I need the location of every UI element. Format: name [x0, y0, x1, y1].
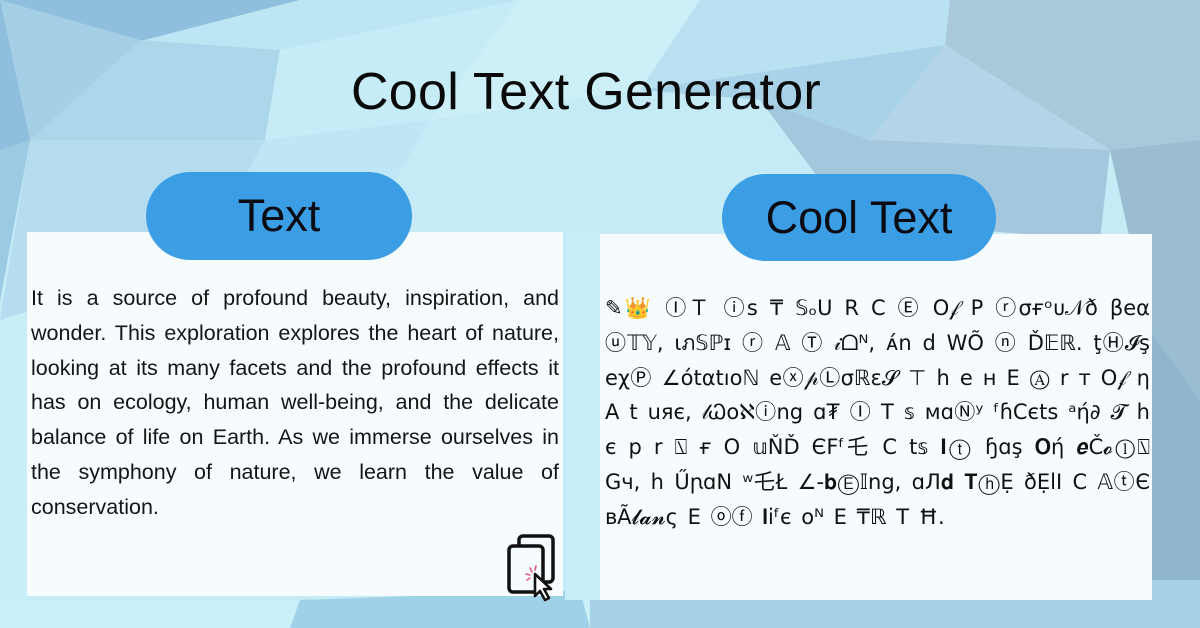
input-label: Text — [237, 190, 321, 241]
input-text-area[interactable]: It is a source of profound beauty, inspi… — [31, 281, 559, 525]
copy-icon — [507, 534, 555, 602]
output-label-pill: Cool Text — [722, 174, 996, 261]
output-label: Cool Text — [765, 191, 953, 243]
copy-button[interactable] — [505, 534, 565, 602]
page-title: Cool Text Generator — [350, 63, 822, 121]
cool-text-output[interactable]: ✎👑 ⒾＴ ⓘs ₸ 𝕊ₒU R C Ⓔ O𝒻 P ⓡσғᵒᴜ𝒩ð βeα ⓤ𝕋… — [605, 291, 1150, 535]
input-label-pill: Text — [146, 172, 412, 260]
